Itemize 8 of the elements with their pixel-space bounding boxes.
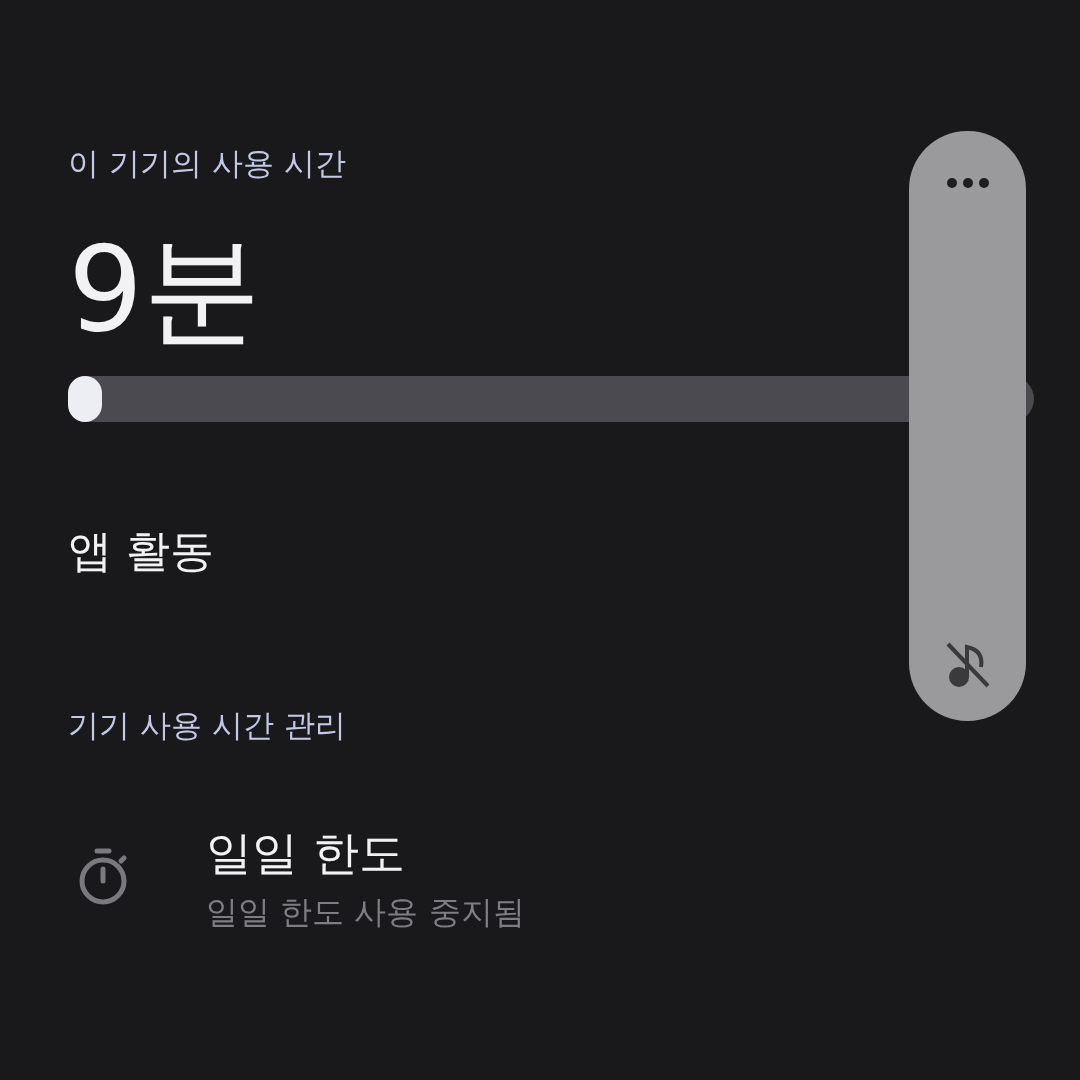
usage-total: 9분 xyxy=(68,224,262,355)
music-off-icon[interactable] xyxy=(944,641,991,689)
list-item-title: 일일 한도 xyxy=(206,824,405,882)
section-label: 이 기기의 사용 시간 xyxy=(68,144,346,183)
section-label: 기기 사용 시간 관리 xyxy=(68,706,346,746)
section-title[interactable]: 앱 활동 xyxy=(68,518,214,585)
more-icon[interactable] xyxy=(945,177,990,189)
list-item-subtitle: 일일 한도 사용 중지됨 xyxy=(206,891,525,933)
